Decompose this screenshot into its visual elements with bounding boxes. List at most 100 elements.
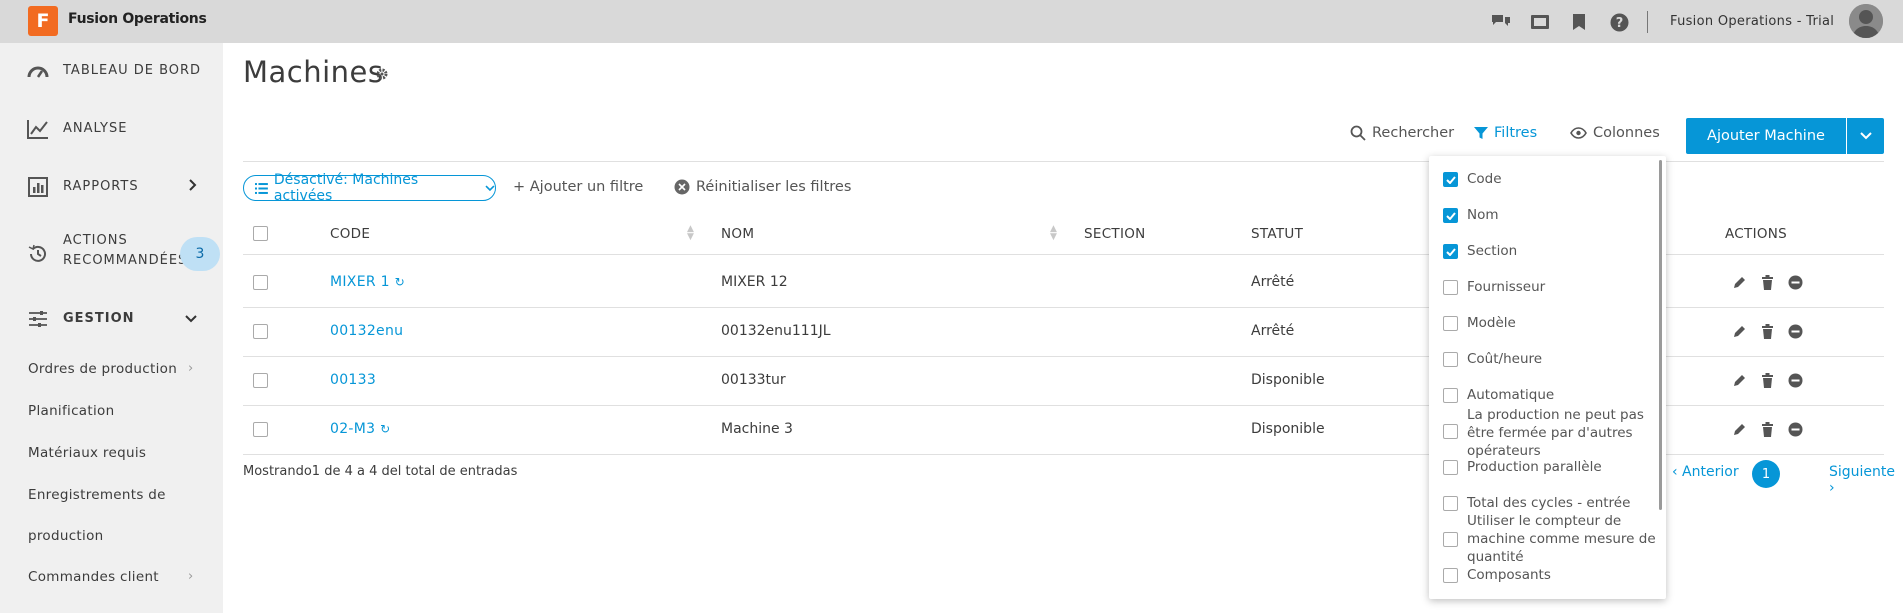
checkbox-checked[interactable] bbox=[1443, 208, 1458, 223]
filter-chip[interactable]: Désactivé: Machines activées bbox=[243, 172, 496, 204]
checkbox-checked[interactable] bbox=[1443, 244, 1458, 259]
sliders-icon bbox=[26, 307, 50, 331]
sidebar-subitem-materiaux-requis[interactable]: Matériaux requis bbox=[28, 445, 146, 461]
select-all-checkbox[interactable] bbox=[253, 226, 268, 241]
video-icon[interactable] bbox=[1530, 12, 1550, 32]
column-header-statut[interactable]: STATUT bbox=[1251, 226, 1303, 242]
account-label[interactable]: Fusion Operations - Trial bbox=[1670, 14, 1834, 29]
delete-icon[interactable] bbox=[1761, 422, 1774, 437]
column-option-modele[interactable]: Modèle bbox=[1443, 315, 1516, 331]
machine-status: Arrêté bbox=[1251, 323, 1295, 339]
search-icon bbox=[1350, 125, 1366, 141]
reset-filters-label: Réinitialiser les filtres bbox=[696, 179, 852, 195]
disable-icon[interactable] bbox=[1788, 373, 1803, 388]
add-machine-dropdown[interactable] bbox=[1847, 118, 1884, 154]
sidebar-item-label: GESTION bbox=[63, 311, 135, 326]
edit-icon[interactable] bbox=[1732, 422, 1747, 437]
column-option-total-cycles[interactable]: Total des cycles - entrée bbox=[1443, 495, 1630, 511]
app-logo[interactable]: F bbox=[28, 6, 58, 36]
machine-status: Disponible bbox=[1251, 372, 1325, 388]
checkbox[interactable] bbox=[1443, 280, 1458, 295]
sidebar-item-label: TABLEAU DE BORD bbox=[63, 63, 202, 78]
row-checkbox[interactable] bbox=[253, 373, 268, 388]
gear-icon[interactable] bbox=[376, 68, 388, 84]
search-button[interactable]: Rechercher bbox=[1350, 125, 1454, 141]
filter-chip-label: Désactivé: Machines activées bbox=[273, 172, 419, 204]
column-option-automatique[interactable]: Automatique bbox=[1443, 387, 1554, 403]
column-option-production-fermee[interactable]: La production ne peut pas être fermée pa… bbox=[1443, 407, 1644, 459]
avatar[interactable] bbox=[1849, 4, 1883, 38]
sidebar-subitem-enregistrements-cont[interactable]: production bbox=[28, 528, 104, 544]
bookmark-icon[interactable] bbox=[1569, 12, 1589, 32]
history-icon bbox=[26, 242, 50, 266]
help-icon[interactable]: ? bbox=[1609, 12, 1629, 32]
row-checkbox[interactable] bbox=[253, 422, 268, 437]
disable-icon[interactable] bbox=[1788, 275, 1803, 290]
disable-icon[interactable] bbox=[1788, 324, 1803, 339]
checkbox[interactable] bbox=[1443, 568, 1458, 583]
checkbox-checked[interactable] bbox=[1443, 172, 1458, 187]
column-option-production-parallele[interactable]: Production parallèle bbox=[1443, 459, 1602, 475]
add-filter-button[interactable]: + Ajouter un filtre bbox=[513, 179, 643, 195]
columns-button[interactable]: Colonnes bbox=[1570, 125, 1660, 141]
machine-code-link[interactable]: 00133 bbox=[330, 372, 376, 388]
checkbox[interactable] bbox=[1443, 316, 1458, 331]
checkbox[interactable] bbox=[1443, 532, 1458, 547]
machine-code-link[interactable]: MIXER 1 ↻ bbox=[330, 274, 405, 290]
sidebar-item-rapports[interactable]: RAPPORTS bbox=[0, 173, 223, 201]
edit-icon[interactable] bbox=[1732, 324, 1747, 339]
column-option-nom[interactable]: Nom bbox=[1443, 207, 1499, 223]
sidebar-subitem-ordres-production[interactable]: Ordres de production bbox=[28, 361, 177, 377]
sync-icon: ↻ bbox=[380, 422, 391, 436]
scrollbar[interactable] bbox=[1659, 160, 1662, 510]
pagination-next[interactable]: Siguiente › bbox=[1829, 464, 1903, 496]
edit-icon[interactable] bbox=[1732, 275, 1747, 290]
sidebar-item-gestion[interactable]: GESTION bbox=[0, 305, 223, 333]
column-header-code[interactable]: CODE bbox=[330, 226, 370, 242]
edit-icon[interactable] bbox=[1732, 373, 1747, 388]
column-option-fournisseur[interactable]: Fournisseur bbox=[1443, 279, 1545, 295]
column-option-code[interactable]: Code bbox=[1443, 171, 1502, 187]
column-option-compteur-machine[interactable]: Utiliser le compteur de machine comme me… bbox=[1443, 513, 1656, 565]
checkbox[interactable] bbox=[1443, 496, 1458, 511]
chevron-down-icon bbox=[185, 311, 197, 327]
row-checkbox[interactable] bbox=[253, 324, 268, 339]
checkbox[interactable] bbox=[1443, 352, 1458, 367]
reset-filters-button[interactable]: Réinitialiser les filtres bbox=[674, 179, 851, 195]
sort-icon[interactable]: ▲ ▼ bbox=[1050, 225, 1057, 242]
sidebar-item-analyse[interactable]: ANALYSE bbox=[0, 115, 223, 143]
column-option-cout-heure[interactable]: Coût/heure bbox=[1443, 351, 1542, 367]
column-option-composants[interactable]: Composants bbox=[1443, 567, 1551, 583]
search-label: Rechercher bbox=[1372, 125, 1455, 141]
machine-status: Arrêté bbox=[1251, 274, 1295, 290]
sidebar-item-label: ACTIONS RECOMMANDÉES bbox=[63, 233, 188, 268]
sidebar-subitem-enregistrements[interactable]: Enregistrements de bbox=[28, 487, 166, 503]
column-header-nom[interactable]: NOM bbox=[721, 226, 754, 242]
sidebar-subitem-commandes-client[interactable]: Commandes client bbox=[28, 569, 159, 585]
sidebar-item-dashboard[interactable]: TABLEAU DE BORD bbox=[0, 57, 223, 85]
eye-icon bbox=[1570, 127, 1587, 139]
sidebar-item-actions-recommandees[interactable]: ACTIONS RECOMMANDÉES 3 bbox=[0, 231, 223, 277]
add-machine-button[interactable]: Ajouter Machine bbox=[1686, 118, 1846, 154]
sort-icon[interactable]: ▲ ▼ bbox=[687, 225, 694, 242]
checkbox[interactable] bbox=[1443, 460, 1458, 475]
pagination-prev[interactable]: ‹ Anterior bbox=[1672, 464, 1739, 480]
column-header-section[interactable]: SECTION bbox=[1084, 226, 1146, 242]
disable-icon[interactable] bbox=[1788, 422, 1803, 437]
machine-code-link[interactable]: 00132enu bbox=[330, 323, 403, 339]
columns-menu: Code Nom Section Fournisseur Modèle Coût… bbox=[1429, 156, 1666, 599]
row-checkbox[interactable] bbox=[253, 275, 268, 290]
checkbox[interactable] bbox=[1443, 424, 1458, 439]
machine-code-link[interactable]: 02-M3 ↻ bbox=[330, 421, 390, 437]
sidebar-subitem-planification[interactable]: Planification bbox=[28, 403, 114, 419]
column-option-section[interactable]: Section bbox=[1443, 243, 1517, 259]
filters-button[interactable]: Filtres bbox=[1474, 125, 1537, 141]
dashboard-icon bbox=[26, 59, 50, 83]
chat-icon[interactable] bbox=[1491, 12, 1511, 32]
delete-icon[interactable] bbox=[1761, 324, 1774, 339]
list-icon bbox=[255, 182, 268, 194]
delete-icon[interactable] bbox=[1761, 373, 1774, 388]
pagination-page-1[interactable]: 1 bbox=[1752, 460, 1780, 488]
delete-icon[interactable] bbox=[1761, 275, 1774, 290]
checkbox[interactable] bbox=[1443, 388, 1458, 403]
